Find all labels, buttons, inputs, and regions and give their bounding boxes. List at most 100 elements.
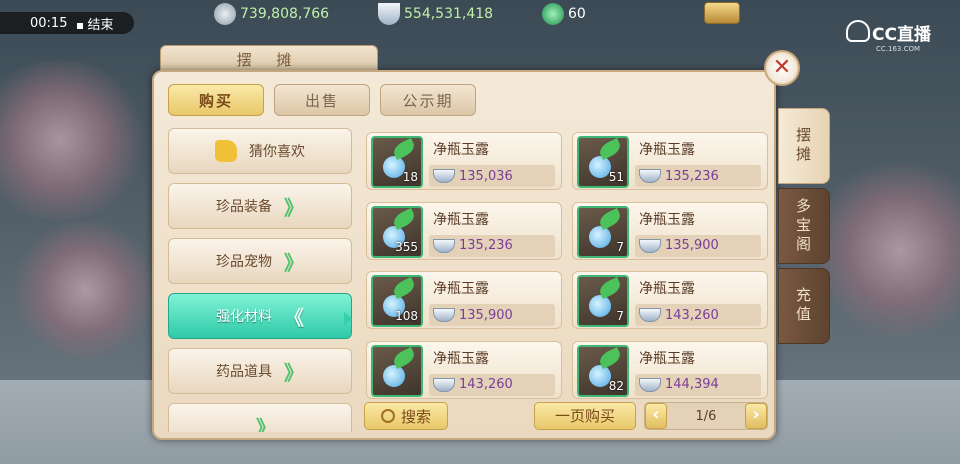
price-bar: 143,260 <box>429 373 555 396</box>
silver-currency: 554,531,418 <box>378 3 493 25</box>
gold-coin-icon <box>214 3 236 25</box>
listing-item[interactable]: 51 净瓶玉露 135,236 <box>572 132 768 190</box>
listing-item[interactable]: 82 净瓶玉露 144,394 <box>572 340 768 399</box>
chevron-left-icon: 《 <box>284 305 304 330</box>
item-quantity: 355 <box>395 239 418 254</box>
side-tab-recharge[interactable]: 充值 <box>778 268 830 344</box>
active-category-pointer <box>344 312 352 326</box>
points-badge-icon[interactable] <box>704 2 740 24</box>
category-enhancement-materials[interactable]: 强化材料 《 <box>168 293 352 339</box>
price-bar: 143,260 <box>635 304 761 326</box>
item-grid: 18 净瓶玉露 135,036 51 净瓶玉露 135,236 355 净瓶玉露… <box>366 132 768 400</box>
side-tab-stall[interactable]: 摆摊 <box>778 108 830 184</box>
price-bar: 135,236 <box>429 234 555 257</box>
next-page-button[interactable]: › <box>744 403 767 429</box>
top-status-bar: 00:15 结束 739,808,766 554,531,418 60 CC直播… <box>0 0 960 53</box>
jade-dew-bottle-icon: 355 <box>371 205 423 258</box>
item-quantity: 7 <box>616 309 624 323</box>
listing-item[interactable]: 7 净瓶玉露 135,900 <box>572 201 768 260</box>
price-bar: 135,900 <box>635 234 761 257</box>
leaf-shape <box>391 346 417 369</box>
price-bar: 144,394 <box>635 373 761 396</box>
gold-value: 739,808,766 <box>240 6 330 22</box>
listing-item[interactable]: 108 净瓶玉露 135,900 <box>366 271 562 329</box>
side-tabs: 摆摊 多宝阁 充值 <box>778 108 830 348</box>
pagination: ‹ 1/6 › <box>644 402 768 430</box>
category-list[interactable]: 猜你喜欢 珍品装备 》 珍品宠物 》 强化材料 《 药品道具 》 》 <box>168 128 354 432</box>
leaf-shape <box>597 207 623 230</box>
silver-ingot-icon <box>433 169 455 183</box>
jade-dew-bottle-icon: 7 <box>577 205 629 258</box>
search-button[interactable]: 搜索 <box>364 402 448 430</box>
jade-dew-bottle-icon <box>371 344 423 397</box>
item-name: 净瓶玉露 <box>639 281 695 297</box>
listing-item[interactable]: 18 净瓶玉露 135,036 <box>366 132 562 190</box>
category-medicine-items[interactable]: 药品道具 》 <box>168 348 352 394</box>
buy-page-button[interactable]: 一页购买 <box>534 402 636 430</box>
category-rare-pets[interactable]: 珍品宠物 》 <box>168 238 352 284</box>
price-bar: 135,236 <box>635 165 761 187</box>
category-rare-equipment[interactable]: 珍品装备 》 <box>168 183 352 229</box>
tab-public-notice[interactable]: 公示期 <box>380 84 476 116</box>
item-price: 143,260 <box>665 307 719 323</box>
bottle-shape <box>589 364 611 387</box>
category-recommended[interactable]: 猜你喜欢 <box>168 128 352 174</box>
category-label: 猜你喜欢 <box>249 144 305 160</box>
tab-buy[interactable]: 购买 <box>168 84 264 116</box>
search-label: 搜索 <box>400 407 431 426</box>
item-quantity: 82 <box>608 378 624 393</box>
trade-tabs: 购买 出售 公示期 <box>168 84 476 116</box>
jade-dew-bottle-icon: 7 <box>577 275 629 327</box>
tab-sell[interactable]: 出售 <box>274 84 370 116</box>
jade-dew-bottle-icon: 51 <box>577 136 629 188</box>
leaf-shape <box>391 277 417 299</box>
silver-ingot-icon <box>433 308 455 322</box>
item-name: 净瓶玉露 <box>639 211 695 228</box>
stop-icon <box>77 22 84 29</box>
end-recording-button[interactable]: 结束 <box>77 14 113 33</box>
prev-page-button[interactable]: ‹ <box>645 403 667 429</box>
item-name: 净瓶玉露 <box>433 350 489 367</box>
jade-value: 60 <box>568 6 586 22</box>
gold-currency: 739,808,766 <box>214 3 329 25</box>
cc-cloud-icon <box>846 20 870 42</box>
chevron-right-icon: 》 <box>284 250 304 275</box>
category-label: 药品道具 <box>216 364 272 380</box>
item-quantity: 18 <box>402 170 418 184</box>
item-name: 净瓶玉露 <box>639 142 695 158</box>
stall-panel: 购买 出售 公示期 猜你喜欢 珍品装备 》 珍品宠物 》 强化材料 《 药品道具… <box>152 70 776 440</box>
listing-item[interactable]: 355 净瓶玉露 135,236 <box>366 201 562 260</box>
silver-ingot-icon <box>639 169 661 183</box>
side-tab-treasure-pavilion[interactable]: 多宝阁 <box>778 188 830 264</box>
silver-ingot-icon <box>639 377 661 392</box>
chevron-right-icon: 》 <box>284 360 304 385</box>
leaf-shape <box>391 138 417 160</box>
silver-ingot-icon <box>433 377 455 392</box>
leaf-shape <box>597 277 623 299</box>
close-button[interactable]: ✕ <box>764 50 800 86</box>
silver-ingot-icon <box>433 238 455 253</box>
category-label: 珍品装备 <box>216 199 272 215</box>
jade-currency: 60 <box>542 3 586 25</box>
category-partial[interactable]: 》 <box>168 403 352 432</box>
listing-item[interactable]: 净瓶玉露 143,260 <box>366 340 562 399</box>
background-tree <box>820 150 960 350</box>
silver-ingot-icon <box>378 3 400 25</box>
background-tree <box>10 220 160 360</box>
leaf-shape <box>597 138 623 160</box>
listing-item[interactable]: 7 净瓶玉露 143,260 <box>572 271 768 329</box>
item-price: 135,036 <box>459 168 513 184</box>
thumbs-up-icon <box>215 140 237 162</box>
silver-value: 554,531,418 <box>404 6 494 22</box>
item-name: 净瓶玉露 <box>639 350 695 367</box>
item-price: 143,260 <box>459 377 513 392</box>
bottle-shape <box>589 156 611 178</box>
timer-value: 00:15 <box>30 15 68 31</box>
leaf-shape <box>391 207 417 230</box>
jade-dew-bottle-icon: 82 <box>577 344 629 397</box>
bottle-shape <box>383 156 405 178</box>
item-price: 144,394 <box>665 377 719 392</box>
recording-timer[interactable]: 00:15 结束 <box>0 12 134 34</box>
item-price: 135,236 <box>459 238 513 253</box>
jade-dew-bottle-icon: 108 <box>371 275 423 327</box>
